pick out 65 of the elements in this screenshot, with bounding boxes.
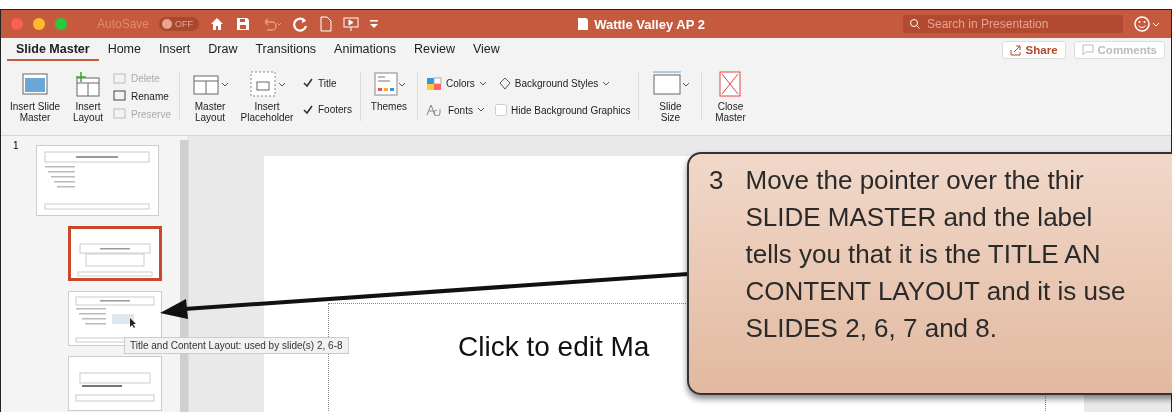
ribbon-tab[interactable]: Animations [325, 39, 405, 61]
search-field[interactable]: Search in Presentation [903, 15, 1123, 33]
callout-text: CONTENT LAYOUT and it is use [745, 275, 1126, 308]
color-palette-icon [425, 76, 442, 91]
close-button[interactable] [11, 18, 23, 30]
redo-icon [293, 16, 310, 32]
callout-text: tells you that it is the TITLE AN [745, 238, 1102, 271]
window-title: Wattle Valley AP 2 [577, 16, 705, 32]
share-button[interactable]: Share [1001, 41, 1066, 59]
master-layout-button[interactable]: Master Layout [188, 70, 232, 129]
callout-text: SLIDES 2, 6, 7 and 8. [745, 312, 998, 345]
share-icon [1009, 44, 1022, 56]
chevron-icon [478, 80, 487, 87]
checkbox-option[interactable]: Footers [302, 103, 352, 116]
checkbox[interactable] [494, 104, 507, 117]
chevron-icon [476, 107, 485, 114]
customize-icon [369, 18, 380, 30]
document-icon [319, 16, 334, 32]
font-icon [425, 104, 444, 117]
step-number: 3 [709, 164, 724, 197]
ribbon-tab[interactable]: Review [404, 39, 464, 61]
tooltip: Title and Content Layout: used by slide(s) 2, 6-8 [124, 337, 349, 354]
layout-icon [113, 72, 127, 85]
fonts-button[interactable]: Fonts [425, 104, 485, 117]
ribbon-tab[interactable]: Insert [150, 39, 200, 61]
checkbox-option[interactable]: Title [302, 77, 352, 90]
checkbox[interactable] [302, 103, 314, 116]
smiley-icon [1133, 15, 1161, 33]
placeholder-icon [247, 70, 287, 98]
rename-button[interactable]: Rename [113, 90, 171, 103]
layout-icon [113, 90, 127, 103]
callout-text: Move the pointer over the thir [745, 164, 1085, 197]
layout-thumbnail[interactable] [68, 226, 162, 281]
insert-layout-button[interactable]: Insert Layout [69, 70, 107, 129]
themes-button[interactable]: Themes [368, 70, 409, 129]
comment-icon [1081, 44, 1094, 56]
colors-button[interactable]: Colors [425, 76, 487, 91]
slide-master-icon [20, 70, 50, 98]
checkbox[interactable] [302, 77, 314, 90]
slide-size-icon [650, 70, 691, 98]
undo-icon [261, 16, 284, 32]
home-icon [209, 16, 226, 32]
zoom-button[interactable] [55, 18, 67, 30]
ribbon-tab[interactable]: Draw [199, 39, 247, 61]
hide-background-graphics-checkbox[interactable]: Hide Background Graphics [494, 104, 631, 117]
slide-title: Click to edit Ma [458, 331, 650, 362]
themes-icon [371, 70, 406, 98]
minimize-button[interactable] [33, 18, 45, 30]
layout-icon [113, 108, 127, 121]
save-icon [235, 16, 252, 32]
presentation-icon [343, 16, 360, 32]
slide-size-button[interactable]: Slide Size [647, 70, 694, 129]
layout-icon [73, 70, 103, 98]
insert-slide-master-button[interactable]: Insert Slide Master [7, 70, 63, 129]
ribbon-tab[interactable]: View [463, 39, 509, 61]
close-master-button[interactable]: Close Master [710, 70, 751, 129]
ribbon-tab[interactable]: Home [98, 39, 150, 61]
slide-number: 1 [13, 140, 19, 151]
ribbon-tab[interactable]: Transitions [246, 39, 326, 61]
chevron-icon [602, 80, 611, 87]
close-icon [717, 70, 744, 98]
callout-text: SLIDE MASTER and the label [745, 201, 1094, 234]
document-icon [577, 17, 590, 31]
insert-placeholder-button[interactable]: Insert Placeholder [238, 70, 296, 129]
background-styles-button[interactable]: Background Styles [496, 76, 611, 91]
